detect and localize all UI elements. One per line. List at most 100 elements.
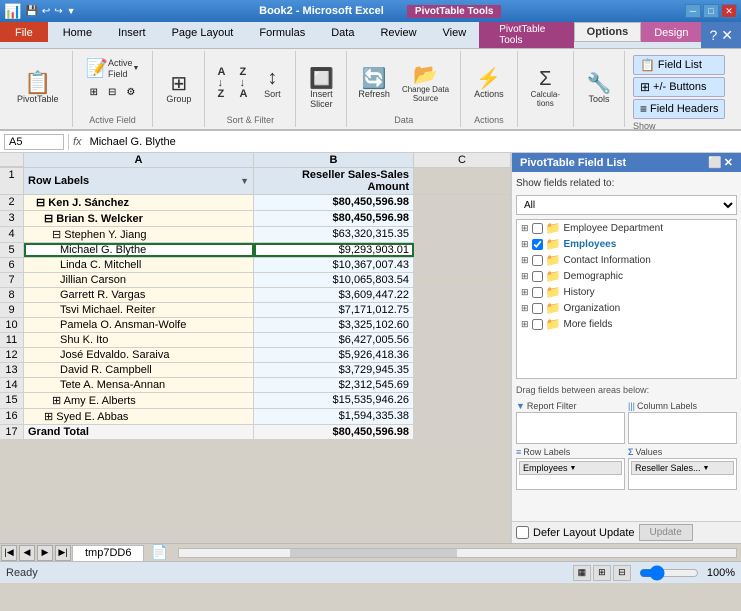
- update-button[interactable]: Update: [639, 524, 693, 541]
- window-controls[interactable]: ─ □ ✕: [685, 4, 737, 18]
- row-labels-dropdown-icon[interactable]: ▼: [570, 465, 577, 472]
- field-checkbox-Organization[interactable]: [532, 303, 543, 314]
- values-drop-zone[interactable]: Reseller Sales... ▼: [628, 458, 737, 490]
- pivot-field-item-contact-information[interactable]: ⊞ 📁 Contact Information: [517, 252, 736, 268]
- row-label-15[interactable]: ⊞ Amy E. Alberts: [24, 393, 254, 408]
- sheet-tab-tmp7dd6[interactable]: tmp7DD6: [72, 545, 144, 561]
- pivot-show-dropdown[interactable]: All: [516, 195, 737, 215]
- tab-pivot-design[interactable]: Design: [641, 22, 701, 42]
- tab-review[interactable]: Review: [367, 22, 429, 42]
- sort-button[interactable]: ↕ Sort: [255, 63, 289, 103]
- row-label-14[interactable]: Tete A. Mensa-Annan: [24, 378, 254, 392]
- help-icon[interactable]: ?: [709, 27, 717, 43]
- collapse-field-button[interactable]: ⊟: [104, 85, 120, 100]
- sort-az-button[interactable]: A↓Z: [211, 64, 231, 103]
- col-header-c[interactable]: C: [414, 153, 510, 167]
- refresh-button[interactable]: 🔄 Refresh: [353, 63, 395, 103]
- page-break-view-button[interactable]: ⊟: [613, 565, 631, 581]
- field-headers-button[interactable]: ≡ Field Headers: [633, 99, 726, 119]
- tab-data[interactable]: Data: [318, 22, 367, 42]
- sheet-tab-add[interactable]: 📄: [144, 544, 173, 561]
- maximize-button[interactable]: □: [703, 4, 719, 18]
- minimize-button[interactable]: ─: [685, 4, 701, 18]
- defer-layout-update-checkbox[interactable]: [516, 526, 529, 539]
- field-checkbox-Contact Information[interactable]: [532, 255, 543, 266]
- field-checkbox-Employee Department[interactable]: [532, 223, 543, 234]
- page-layout-view-button[interactable]: ⊞: [593, 565, 611, 581]
- tab-home[interactable]: Home: [50, 22, 105, 42]
- customize-quick-access[interactable]: ▼: [67, 6, 76, 16]
- row-label-5[interactable]: Michael G. Blythe: [24, 243, 254, 257]
- row-label-13[interactable]: David R. Campbell: [24, 363, 254, 377]
- row-label-3[interactable]: ⊟ Brian S. Welcker: [24, 211, 254, 226]
- field-settings-button[interactable]: ⚙: [122, 85, 139, 100]
- group-button[interactable]: ⊞ Group: [161, 68, 196, 108]
- close-button[interactable]: ✕: [721, 4, 737, 18]
- sheet-nav-last[interactable]: ▶|: [55, 545, 71, 561]
- row-label-6[interactable]: Linda C. Mitchell: [24, 258, 254, 272]
- field-label: Employee Department: [564, 223, 664, 234]
- report-filter-drop-zone[interactable]: [516, 412, 625, 444]
- field-checkbox-History[interactable]: [532, 287, 543, 298]
- cell-reference-box[interactable]: [4, 134, 64, 150]
- change-data-source-button[interactable]: 📂 Change DataSource: [397, 59, 454, 107]
- tools-button[interactable]: 🔧 Tools: [582, 68, 616, 108]
- sheet-nav-next[interactable]: ▶: [37, 545, 53, 561]
- tab-formulas[interactable]: Formulas: [246, 22, 318, 42]
- values-dropdown-icon[interactable]: ▼: [703, 465, 710, 472]
- pivot-field-item-history[interactable]: ⊞ 📁 History: [517, 284, 736, 300]
- pivot-field-item-employee-department[interactable]: ⊞ 📁 Employee Department: [517, 220, 736, 236]
- pivot-panel-close[interactable]: ✕: [724, 156, 733, 169]
- pivot-panel-resize[interactable]: ⬜: [708, 156, 722, 169]
- pivot-field-item-organization[interactable]: ⊞ 📁 Organization: [517, 300, 736, 316]
- pivot-field-list[interactable]: ⊞ 📁 Employee Department ⊞ 📁 Employees ⊞ …: [516, 219, 737, 379]
- column-labels-drop-zone[interactable]: [628, 412, 737, 444]
- active-field-button[interactable]: 📝 ActiveField ▼: [81, 55, 145, 83]
- row-labels-employees-item[interactable]: Employees ▼: [519, 461, 622, 475]
- normal-view-button[interactable]: ▦: [573, 565, 591, 581]
- tab-pivot-options[interactable]: Options: [574, 22, 642, 42]
- values-reseller-item[interactable]: Reseller Sales... ▼: [631, 461, 734, 475]
- pivot-field-item-demographic[interactable]: ⊞ 📁 Demographic: [517, 268, 736, 284]
- plus-minus-buttons-button[interactable]: ⊞ +/- Buttons: [633, 77, 726, 97]
- horizontal-scrollbar[interactable]: [178, 548, 737, 558]
- row-label-2[interactable]: ⊟ Ken J. Sánchez: [24, 195, 254, 210]
- field-checkbox-More fields[interactable]: [532, 319, 543, 330]
- pivot-field-item-more-fields[interactable]: ⊞ 📁 More fields: [517, 316, 736, 332]
- tab-file[interactable]: File: [0, 22, 48, 42]
- quick-access-save[interactable]: 💾: [25, 6, 37, 17]
- field-checkbox-Demographic[interactable]: [532, 271, 543, 282]
- field-list-button[interactable]: 📋 Field List: [633, 55, 726, 75]
- row-label-16[interactable]: ⊞ Syed E. Abbas: [24, 409, 254, 424]
- tab-insert[interactable]: Insert: [105, 22, 159, 42]
- tab-page-layout[interactable]: Page Layout: [159, 22, 247, 42]
- field-checkbox-Employees[interactable]: [532, 239, 543, 250]
- pivot-field-item-employees[interactable]: ⊞ 📁 Employees: [517, 236, 736, 252]
- zoom-slider[interactable]: [639, 568, 699, 578]
- col-header-b[interactable]: B: [254, 153, 414, 167]
- pivottable-button[interactable]: 📋 PivotTable: [12, 68, 64, 108]
- formula-input[interactable]: [86, 136, 737, 148]
- sheet-nav-prev[interactable]: ◀: [19, 545, 35, 561]
- quick-access-undo[interactable]: ↩: [42, 6, 50, 17]
- row-label-9[interactable]: Tsvi Michael. Reiter: [24, 303, 254, 317]
- header-label-cell[interactable]: Row Labels▼: [24, 168, 254, 194]
- row-label-11[interactable]: Shu K. Ito: [24, 333, 254, 347]
- row-label-7[interactable]: Jillian Carson: [24, 273, 254, 287]
- row-labels-drop-zone[interactable]: Employees ▼: [516, 458, 625, 490]
- sheet-nav-first[interactable]: |◀: [1, 545, 17, 561]
- expand-field-button[interactable]: ⊞: [86, 85, 102, 100]
- insert-slicer-button[interactable]: 🔲 InsertSlicer: [304, 63, 338, 113]
- row-label-8[interactable]: Garrett R. Vargas: [24, 288, 254, 302]
- row-label-10[interactable]: Pamela O. Ansman-Wolfe: [24, 318, 254, 332]
- row-label-4[interactable]: ⊟ Stephen Y. Jiang: [24, 227, 254, 242]
- quick-access-redo[interactable]: ↪: [54, 6, 62, 17]
- calculations-button[interactable]: Σ Calcula-tions: [526, 64, 565, 112]
- sort-za-button[interactable]: Z↓A: [233, 64, 253, 103]
- actions-button[interactable]: ⚡ Actions: [469, 63, 509, 103]
- tab-view[interactable]: View: [430, 22, 480, 42]
- row-label-17[interactable]: Grand Total: [24, 425, 254, 439]
- row-label-12[interactable]: José Edvaldo. Saraiva: [24, 348, 254, 362]
- window-close-ribbon[interactable]: ✕: [721, 27, 733, 44]
- col-header-a[interactable]: A: [24, 153, 254, 167]
